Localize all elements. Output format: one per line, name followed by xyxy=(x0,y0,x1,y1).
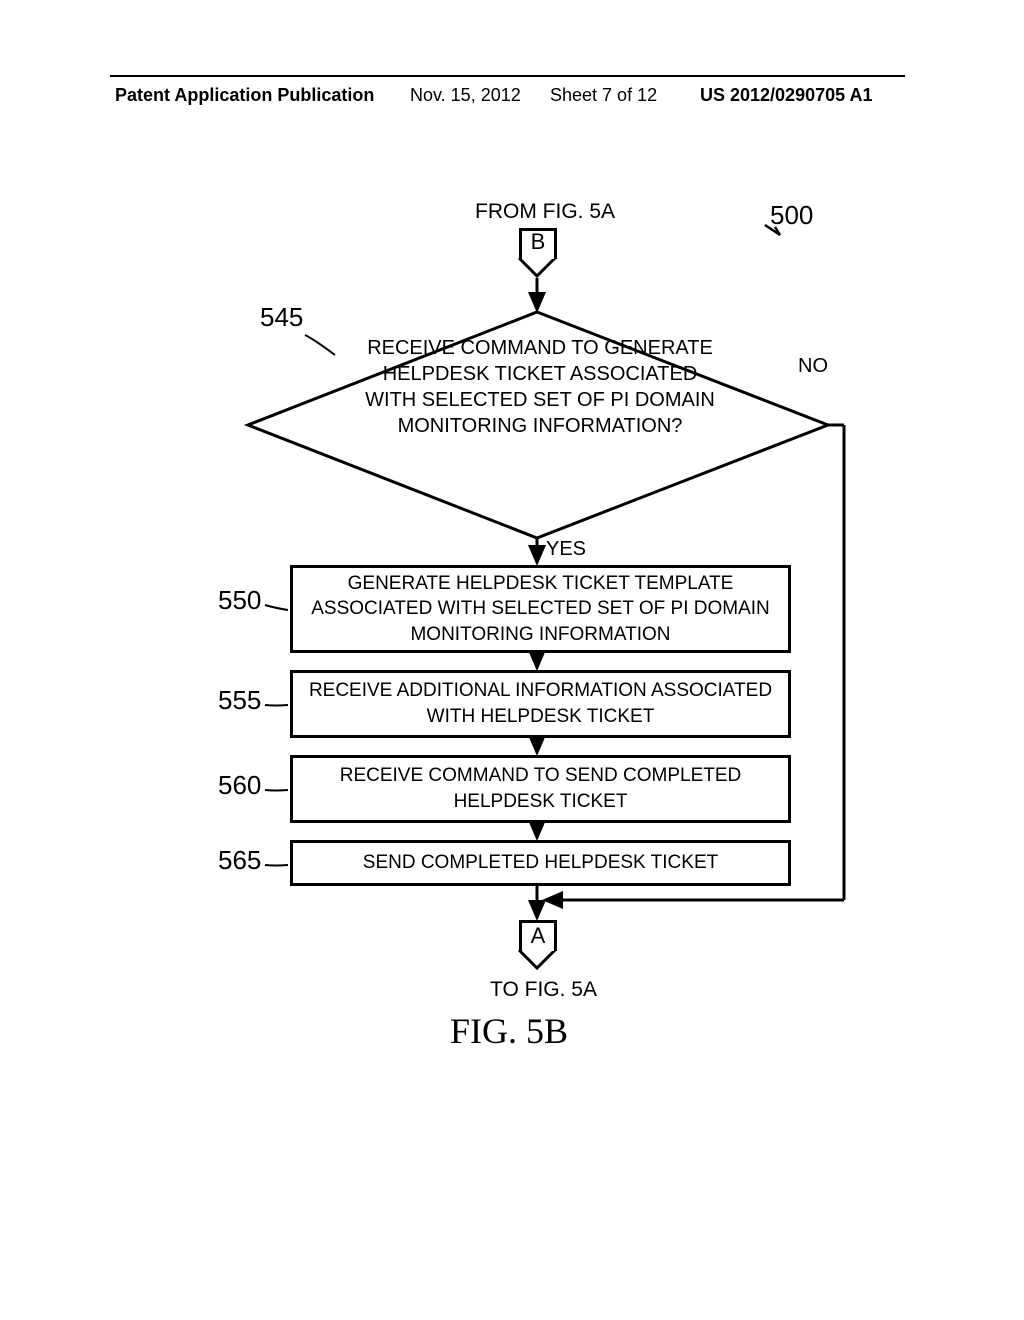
process-step-555-text: RECEIVE ADDITIONAL INFORMATION ASSOCIATE… xyxy=(293,678,788,729)
reference-numeral-550: 550 xyxy=(218,585,261,616)
reference-numeral-560: 560 xyxy=(218,770,261,801)
header-date: Nov. 15, 2012 xyxy=(410,85,521,106)
process-step-550-text: GENERATE HELPDESK TICKET TEMPLATE ASSOCI… xyxy=(293,571,788,648)
from-figure-label: FROM FIG. 5A xyxy=(475,200,615,224)
figure-title: FIG. 5B xyxy=(450,1010,568,1052)
flowchart-canvas: FROM FIG. 5A 500 xyxy=(150,180,870,1080)
decision-yes-label: YES xyxy=(546,538,586,561)
connector-b: B xyxy=(519,228,557,259)
header-publication-type: Patent Application Publication xyxy=(115,85,374,106)
reference-numeral-555: 555 xyxy=(218,685,261,716)
header-sheet: Sheet 7 of 12 xyxy=(550,85,657,106)
decision-no-label: NO xyxy=(798,355,828,378)
process-step-560-text: RECEIVE COMMAND TO SEND COMPLETED HELPDE… xyxy=(293,763,788,814)
process-step-560: RECEIVE COMMAND TO SEND COMPLETED HELPDE… xyxy=(290,755,791,823)
process-step-550: GENERATE HELPDESK TICKET TEMPLATE ASSOCI… xyxy=(290,565,791,653)
process-step-565: SEND COMPLETED HELPDESK TICKET xyxy=(290,840,791,886)
page-header: Patent Application Publication Nov. 15, … xyxy=(0,85,1024,115)
to-figure-label: TO FIG. 5A xyxy=(490,978,597,1002)
connector-b-label: B xyxy=(531,229,546,254)
reference-numeral-500: 500 xyxy=(770,200,813,231)
reference-numeral-565: 565 xyxy=(218,845,261,876)
decision-text: RECEIVE COMMAND TO GENERATE HELPDESK TIC… xyxy=(360,335,720,439)
connector-a: A xyxy=(519,920,557,951)
header-rule xyxy=(110,75,905,77)
process-step-555: RECEIVE ADDITIONAL INFORMATION ASSOCIATE… xyxy=(290,670,791,738)
connector-a-label: A xyxy=(531,923,546,948)
header-pub-number: US 2012/0290705 A1 xyxy=(700,85,872,106)
process-step-565-text: SEND COMPLETED HELPDESK TICKET xyxy=(363,850,718,876)
reference-numeral-545: 545 xyxy=(260,302,303,333)
